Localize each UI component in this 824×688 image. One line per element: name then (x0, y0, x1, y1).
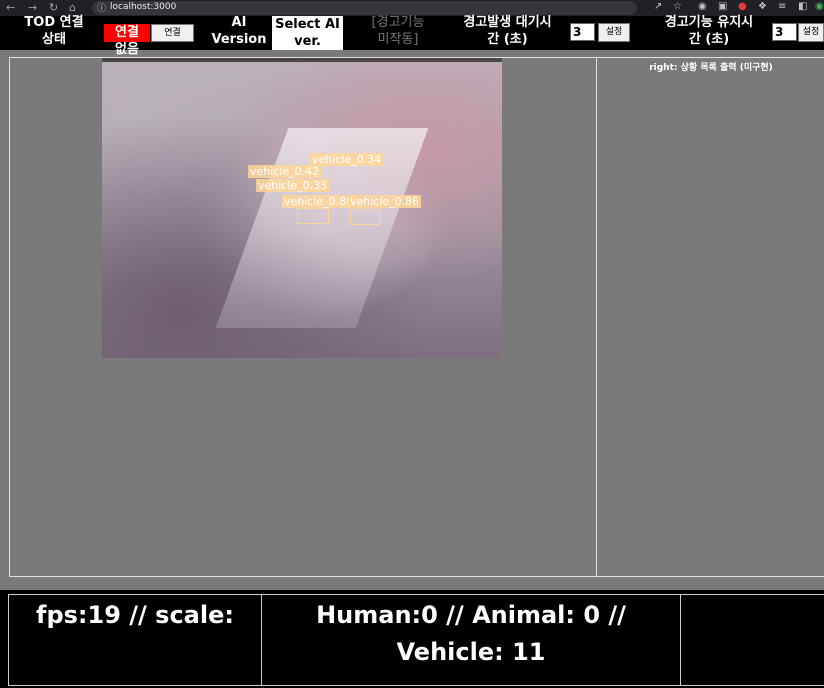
bounding-box (350, 209, 380, 225)
address-bar[interactable]: ⓘ localhost:3000 (92, 1, 637, 15)
extension-icon[interactable]: ◉ (698, 1, 707, 12)
reload-icon[interactable]: ↻ (49, 1, 58, 14)
detection-label: vehicle_0.33 (256, 179, 330, 192)
profile-icon[interactable]: ◉ (815, 1, 824, 12)
alarm-hold-input[interactable]: 3 (772, 23, 797, 41)
object-count-cell: Human:0 // Animal: 0 // Vehicle: 11 (261, 594, 681, 686)
sidepanel-icon[interactable]: ◧ (798, 1, 807, 12)
object-count-text: Human:0 // Animal: 0 // Vehicle: 11 (316, 601, 626, 666)
puzzle-icon[interactable]: ❖ (758, 1, 767, 12)
detection-label: vehicle_0.80 (282, 195, 356, 208)
alarm-hold-set-button[interactable]: 설정 (798, 23, 824, 42)
detection-label: vehicle_0.42 (248, 165, 322, 178)
detection-box (350, 209, 380, 225)
alarm-state-text: [경고기능 미작동] (371, 15, 425, 47)
back-icon[interactable]: ← (6, 1, 15, 14)
right-panel-caption: right: 상황 목록 출력 (미구현) (649, 63, 773, 73)
home-icon[interactable]: ⌂ (69, 1, 76, 14)
fps-text: fps:19 // scale: (36, 601, 234, 629)
feed-top-edge (102, 58, 502, 62)
alarm-wait-set-button[interactable]: 설정 (598, 23, 630, 42)
share-icon[interactable]: ↗ (654, 1, 662, 12)
star-icon[interactable]: ☆ (673, 1, 682, 12)
tod-status-label: TOD 연결 상태 (24, 15, 84, 47)
detection-box (297, 208, 329, 224)
media-icon[interactable]: ≡ (778, 1, 786, 12)
alarm-wait-label: 경고발생 대기시 간 (초) (463, 15, 552, 47)
forward-icon[interactable]: → (28, 1, 37, 14)
select-ai-version-button[interactable]: Select AI ver. (272, 16, 343, 50)
bounding-box (297, 208, 329, 224)
right-panel (596, 57, 824, 577)
status-bar: fps:19 // scale: Human:0 // Animal: 0 //… (0, 590, 824, 688)
info-icon[interactable]: ⓘ (97, 1, 106, 14)
camera-feed: vehicle_0.34 vehicle_0.42 vehicle_0.33 v… (102, 58, 502, 358)
fps-cell: fps:19 // scale: (8, 594, 262, 686)
extension-icon[interactable]: ● (738, 1, 747, 12)
alarm-wait-input[interactable]: 3 (570, 23, 595, 41)
detection-label: vehicle_0.86 (348, 195, 422, 208)
extension-icon[interactable]: ▣ (718, 1, 727, 12)
extra-cell (680, 594, 824, 686)
alarm-hold-label: 경고기능 유지시 간 (초) (664, 15, 754, 47)
address-text: localhost:3000 (110, 2, 177, 12)
connect-button[interactable]: 연결 (151, 24, 194, 42)
ai-version-label: AI Version (211, 15, 267, 47)
connection-status-text: 연결 없음 (115, 25, 139, 57)
